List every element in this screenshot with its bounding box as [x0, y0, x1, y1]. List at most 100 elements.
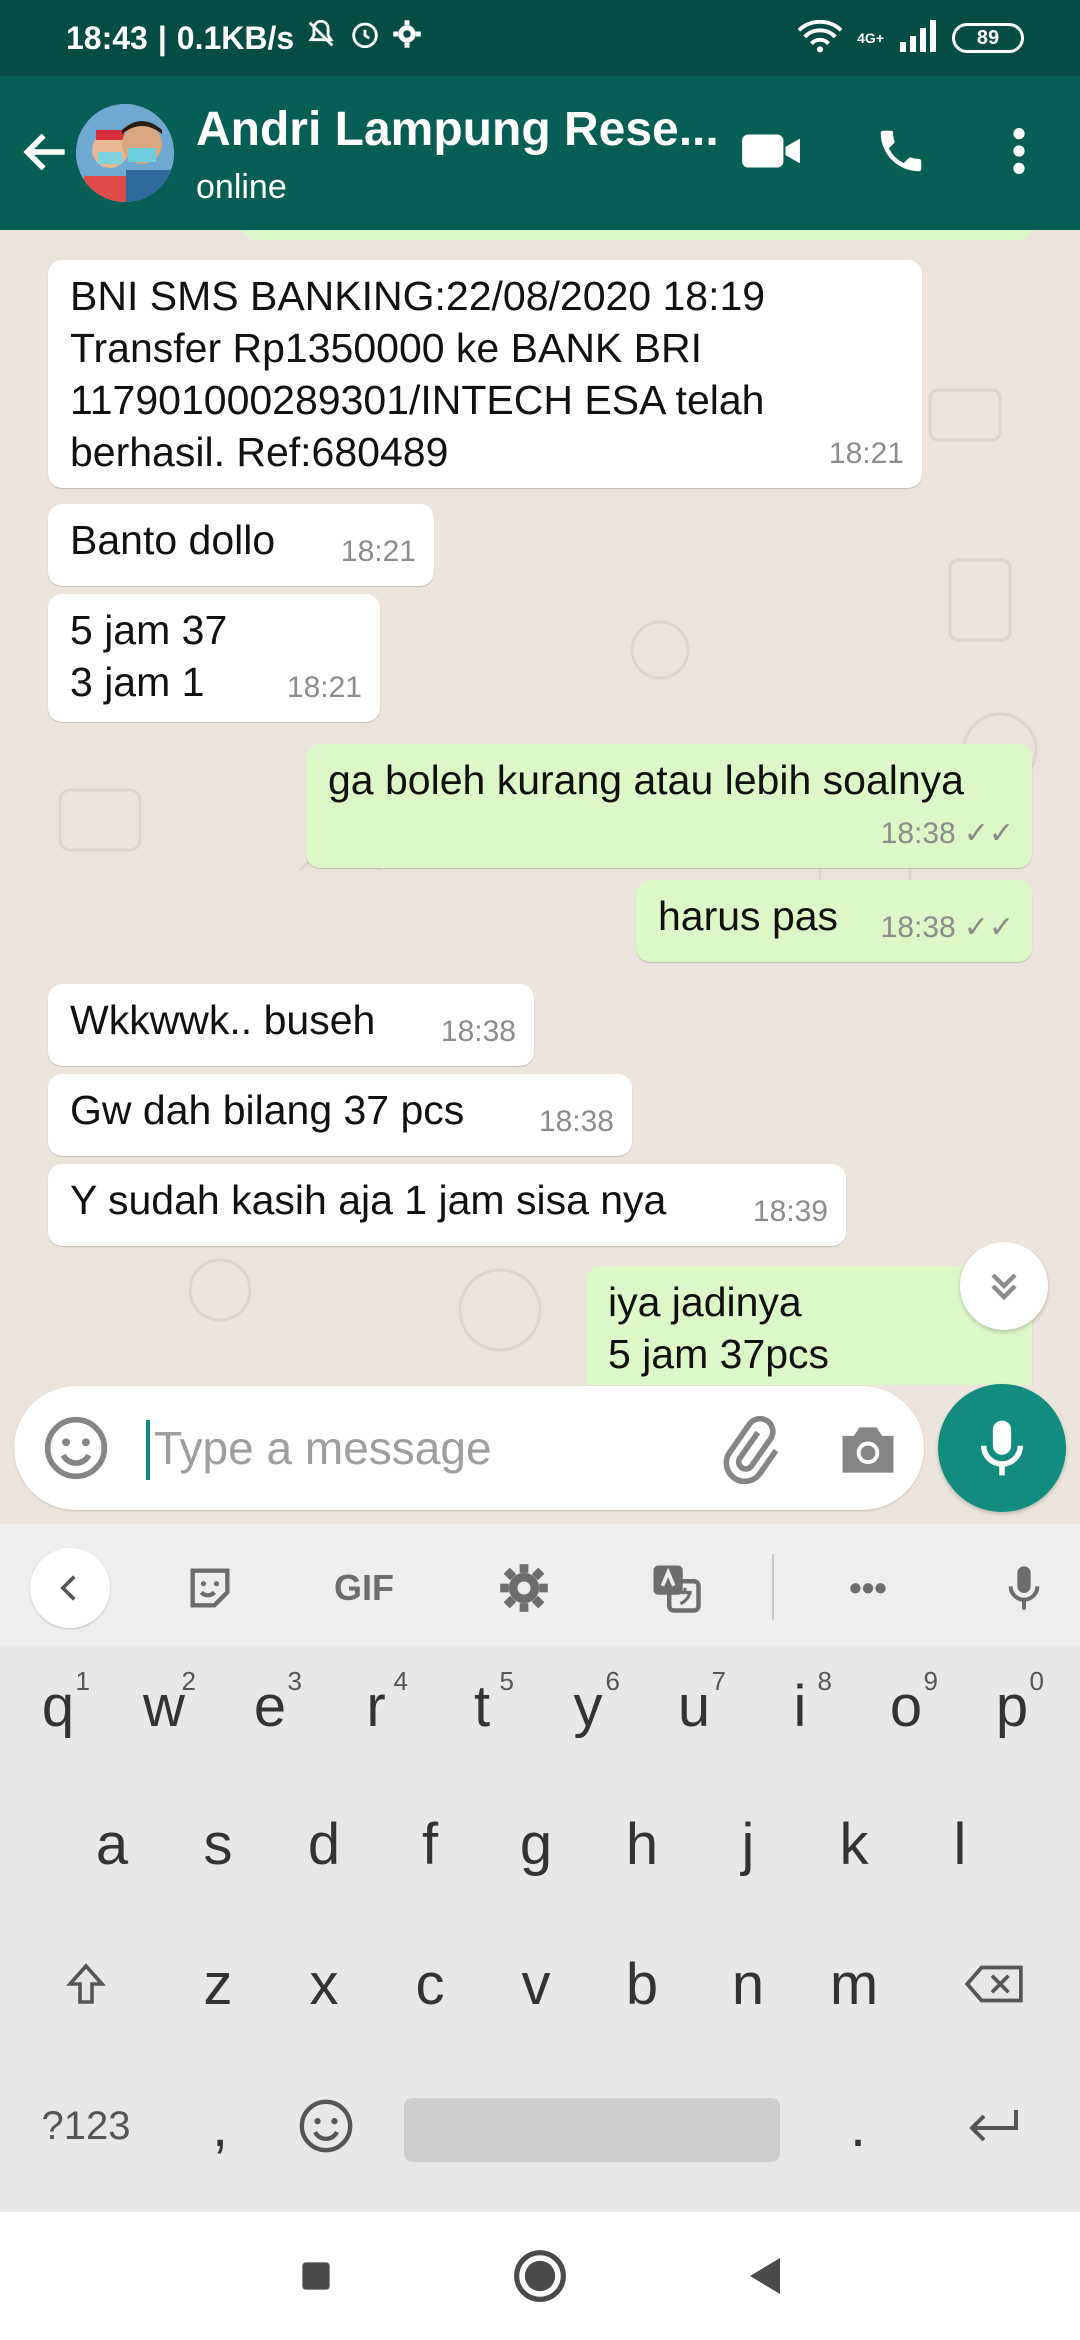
more-tools-button[interactable]: •••	[828, 1548, 908, 1628]
key-v[interactable]: v	[486, 1924, 586, 2044]
key-y[interactable]: y6	[538, 1646, 638, 1766]
key-f[interactable]: f	[380, 1784, 480, 1904]
key-label: q	[41, 1673, 75, 1739]
incoming-message[interactable]: 5 jam 37 3 jam 1 18:21	[48, 594, 380, 722]
status-right: 4G+ 89	[797, 0, 1024, 76]
signal-icon	[898, 19, 938, 57]
key-c[interactable]: c	[380, 1924, 480, 2044]
outgoing-message[interactable]: harus pas 18:38 ✓✓	[636, 880, 1032, 962]
read-receipt-icon: ✓✓	[963, 817, 1014, 850]
message-time: 18:21	[286, 671, 362, 704]
enter-arrow-icon	[969, 2110, 1018, 2142]
key-hint: 5	[499, 1666, 514, 1696]
read-receipt-icon: ✓✓	[963, 911, 1014, 944]
incoming-message[interactable]: Gw dah bilang 37 pcs 18:38	[48, 1074, 632, 1156]
message-meta: 18:38	[441, 1006, 516, 1058]
scroll-to-bottom-button[interactable]	[960, 1242, 1048, 1330]
key-label: e	[253, 1673, 287, 1739]
enter-key[interactable]	[944, 2066, 1044, 2186]
backspace-key[interactable]	[944, 1924, 1044, 2044]
emoji-icon	[299, 2099, 353, 2153]
recents-square-icon[interactable]	[286, 2246, 346, 2306]
key-z[interactable]: z	[168, 1924, 268, 2044]
key-j[interactable]: j	[698, 1784, 798, 1904]
key-l[interactable]: l	[910, 1784, 1010, 1904]
key-t[interactable]: t5	[432, 1646, 532, 1766]
key-g[interactable]: g	[486, 1784, 586, 1904]
gear-icon	[392, 19, 422, 57]
message-input[interactable]	[154, 1408, 694, 1488]
voice-typing-microphone-icon[interactable]	[984, 1548, 1064, 1628]
keyboard-collapse-button[interactable]	[30, 1548, 110, 1628]
message-text: Y sudah kasih aja 1 jam sisa nya	[70, 1177, 667, 1223]
voice-message-button[interactable]	[938, 1384, 1066, 1512]
key-e[interactable]: e3	[220, 1646, 320, 1766]
keyboard-settings-gear-icon[interactable]	[484, 1548, 564, 1628]
home-circle-icon[interactable]	[510, 2246, 570, 2306]
camera-icon[interactable]	[834, 1416, 902, 1484]
key-label: w	[143, 1673, 185, 1739]
key-m[interactable]: m	[804, 1924, 904, 2044]
message-text: iya jadinya 5 jam 37pcs	[608, 1279, 830, 1377]
keyboard-toolbar: GIF •••	[0, 1524, 1080, 1646]
translate-icon[interactable]	[636, 1548, 716, 1628]
key-i[interactable]: i8	[750, 1646, 850, 1766]
key-q[interactable]: q1	[8, 1646, 108, 1766]
key-s[interactable]: s	[168, 1784, 268, 1904]
contact-name[interactable]: Andri Lampung Rese...	[196, 102, 719, 157]
symbols-key[interactable]: ?123	[36, 2066, 136, 2186]
avatar[interactable]	[76, 104, 174, 202]
paperclip-icon[interactable]	[714, 1415, 782, 1485]
key-b[interactable]: b	[592, 1924, 692, 2044]
back-arrow-icon[interactable]	[18, 120, 74, 184]
key-label: o	[889, 1673, 923, 1739]
message-meta: 18:38 ✓✓	[881, 808, 1014, 860]
keyboard: q1 w2 e3 r4 t5 y6 u7 i8 o9 p0 a s d f g …	[0, 1646, 1080, 2212]
phone-icon[interactable]	[866, 116, 936, 186]
key-o[interactable]: o9	[856, 1646, 956, 1766]
key-u[interactable]: u7	[644, 1646, 744, 1766]
key-x[interactable]: x	[274, 1924, 374, 2044]
message-meta: 18:21	[829, 428, 904, 480]
message-meta: 18:21	[341, 526, 416, 578]
key-h[interactable]: h	[592, 1784, 692, 1904]
emoji-icon[interactable]	[42, 1414, 110, 1482]
more-options-icon[interactable]	[984, 116, 1054, 186]
message-composer	[14, 1386, 924, 1510]
message-time: 18:21	[828, 437, 904, 470]
video-call-icon[interactable]	[736, 116, 806, 186]
status-separator: |	[157, 19, 167, 56]
chat-area[interactable]: BNI SMS BANKING:22/08/2020 18:19 Transfe…	[0, 230, 1080, 1385]
message-bubble-partial	[242, 230, 1032, 240]
key-a[interactable]: a	[62, 1784, 162, 1904]
gif-button[interactable]: GIF	[324, 1548, 404, 1628]
key-hint: 1	[75, 1666, 90, 1696]
key-w[interactable]: w2	[114, 1646, 214, 1766]
shift-key[interactable]	[36, 1924, 136, 2044]
key-label: p	[995, 1673, 1029, 1739]
key-label: r	[366, 1673, 386, 1739]
back-triangle-icon[interactable]	[734, 2246, 794, 2306]
key-label: u	[677, 1673, 711, 1739]
period-key[interactable]: .	[808, 2066, 908, 2186]
key-r[interactable]: r4	[326, 1646, 426, 1766]
incoming-message[interactable]: Y sudah kasih aja 1 jam sisa nya 18:39	[48, 1164, 846, 1246]
space-key[interactable]	[404, 2098, 780, 2162]
status-time: 18:43	[66, 19, 148, 56]
incoming-message[interactable]: Wkkwwk.. buseh 18:38	[48, 984, 534, 1066]
incoming-message[interactable]: Banto dollo 18:21	[48, 504, 434, 586]
key-d[interactable]: d	[274, 1784, 374, 1904]
key-k[interactable]: k	[804, 1784, 904, 1904]
key-n[interactable]: n	[698, 1924, 798, 2044]
network-speed: 0.1KB/s	[176, 19, 295, 56]
outgoing-message[interactable]: ga boleh kurang atau lebih soalnya 18:38…	[306, 744, 1032, 868]
incoming-message[interactable]: BNI SMS BANKING:22/08/2020 18:19 Transfe…	[48, 260, 922, 488]
message-time: 18:38	[880, 911, 956, 944]
message-meta: 18:39	[753, 1186, 828, 1238]
sticker-icon[interactable]	[170, 1548, 250, 1628]
status-bar: 18:43 | 0.1KB/s 4G+ 89	[0, 0, 1080, 76]
emoji-key[interactable]	[276, 2066, 376, 2186]
key-p[interactable]: p0	[962, 1646, 1062, 1766]
backspace-icon	[964, 1965, 1023, 2003]
comma-key[interactable]: ,	[170, 2066, 270, 2186]
